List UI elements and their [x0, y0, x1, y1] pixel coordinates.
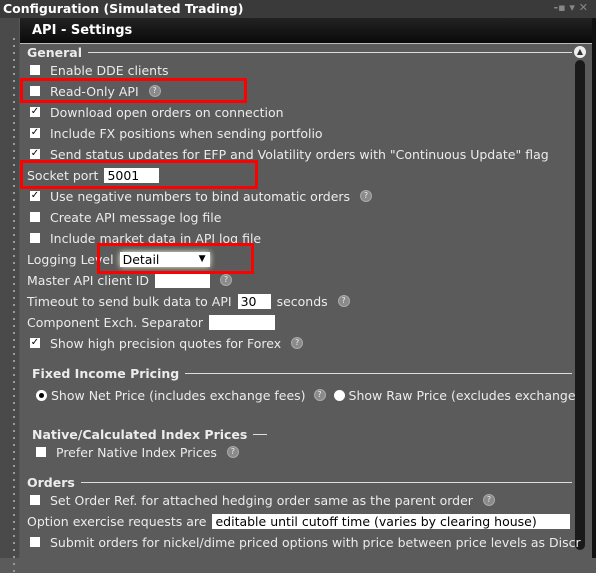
window-border	[592, 18, 596, 558]
separator-row: Component Exch. Separator	[27, 313, 276, 331]
option-exercise-select[interactable]: editable until cutoff time (varies by cl…	[212, 513, 571, 529]
label: Use negative numbers to bind automatic o…	[50, 188, 351, 204]
divider	[80, 481, 572, 483]
checkbox[interactable]	[30, 212, 40, 222]
window-title-bar: Configuration (Simulated Trading) -▪ ▾ ✕	[0, 0, 596, 18]
section-orders: Orders	[27, 474, 572, 490]
label: Master API client ID	[27, 272, 150, 288]
prefer-native-checkbox[interactable]: Prefer Native Index Prices?	[36, 443, 239, 461]
section-title: Orders	[27, 474, 75, 490]
label: Create API message log file	[50, 209, 222, 225]
checkbox[interactable]	[30, 537, 40, 547]
checkbox[interactable]	[36, 447, 46, 457]
label: Submit orders for nickel/dime priced opt…	[50, 534, 581, 550]
checkbox[interactable]	[30, 65, 40, 75]
highlight-read-only	[20, 78, 247, 103]
timeout-input[interactable]: 30	[237, 293, 271, 309]
label: Timeout to send bulk data to API	[27, 293, 232, 309]
submit-nickel-checkbox[interactable]: Submit orders for nickel/dime priced opt…	[30, 533, 581, 551]
checkbox[interactable]: ✓	[30, 149, 40, 159]
label: Include FX positions when sending portfo…	[50, 125, 323, 141]
label: Component Exch. Separator	[27, 314, 204, 330]
scrollbar[interactable]: ▲	[572, 46, 588, 558]
master-client-id-input[interactable]	[155, 272, 211, 288]
raw-price-radio[interactable]	[333, 389, 345, 401]
divider	[253, 433, 267, 435]
negative-numbers-checkbox[interactable]: ✓ Use negative numbers to bind automatic …	[30, 187, 373, 205]
window-controls[interactable]: -▪ ▾ ✕	[554, 1, 588, 14]
checkbox[interactable]: ✓	[30, 191, 40, 201]
label: Download open orders on connection	[50, 104, 284, 120]
help-icon[interactable]: ?	[482, 494, 495, 506]
window-title: Configuration (Simulated Trading)	[3, 1, 244, 16]
highlight-logging-level	[97, 243, 254, 274]
checkbox[interactable]: ✓	[30, 128, 40, 138]
left-splitter[interactable]	[0, 18, 20, 573]
panel-header: API - Settings	[20, 18, 592, 44]
section-title: Fixed Income Pricing	[32, 365, 180, 381]
section-native: Native/Calculated Index Prices	[32, 426, 267, 442]
section-title: Native/Calculated Index Prices	[32, 426, 248, 442]
set-order-ref-checkbox[interactable]: Set Order Ref. for attached hedging orde…	[30, 491, 495, 509]
section-general: General	[27, 44, 572, 60]
label: Enable DDE clients	[50, 62, 169, 78]
checkbox[interactable]: ✓	[30, 107, 40, 117]
checkbox[interactable]	[30, 495, 40, 505]
checkbox[interactable]: ✓	[30, 338, 40, 348]
panel-title: API - Settings	[32, 23, 133, 38]
scroll-thumb[interactable]	[575, 60, 585, 550]
net-price-radio[interactable]	[36, 389, 47, 401]
help-icon[interactable]: ?	[360, 190, 373, 202]
timeout-row: Timeout to send bulk data to API 30 second…	[27, 292, 350, 310]
grip-dots-icon	[13, 38, 15, 573]
label: Option exercise requests are	[27, 513, 207, 529]
enable-dde-checkbox[interactable]: Enable DDE clients	[30, 61, 169, 79]
unit-label: seconds	[276, 293, 328, 309]
option-exercise-row: Option exercise requests are editable unt…	[27, 512, 571, 530]
scroll-up-icon[interactable]: ▲	[574, 46, 586, 58]
label: Prefer Native Index Prices	[56, 444, 217, 460]
section-fixed-income: Fixed Income Pricing	[32, 365, 572, 381]
highlight-socket-port	[20, 160, 258, 189]
help-icon[interactable]: ?	[313, 389, 326, 401]
section-title: General	[27, 44, 82, 60]
help-icon[interactable]: ?	[291, 337, 304, 349]
label: Show Net Price (includes exchange fees)	[51, 387, 306, 403]
create-log-checkbox[interactable]: Create API message log file	[30, 208, 221, 226]
label: Show high precision quotes for Forex	[50, 335, 282, 351]
fixed-income-radios: Show Net Price (includes exchange fees)?…	[36, 386, 576, 404]
download-orders-checkbox[interactable]: ✓ Download open orders on connection	[30, 103, 284, 121]
divider	[88, 51, 572, 53]
high-precision-checkbox[interactable]: ✓ Show high precision quotes for Forex?	[30, 334, 304, 352]
help-icon[interactable]: ?	[226, 446, 239, 458]
label: Set Order Ref. for attached hedging orde…	[50, 492, 473, 508]
separator-input[interactable]	[209, 314, 276, 330]
include-fx-checkbox[interactable]: ✓ Include FX positions when sending portf…	[30, 124, 323, 142]
divider	[185, 372, 572, 374]
checkbox[interactable]	[30, 233, 40, 243]
help-icon[interactable]: ?	[337, 295, 350, 307]
label: Show Raw Price (excludes exchange	[348, 387, 576, 403]
help-icon[interactable]: ?	[220, 274, 233, 286]
